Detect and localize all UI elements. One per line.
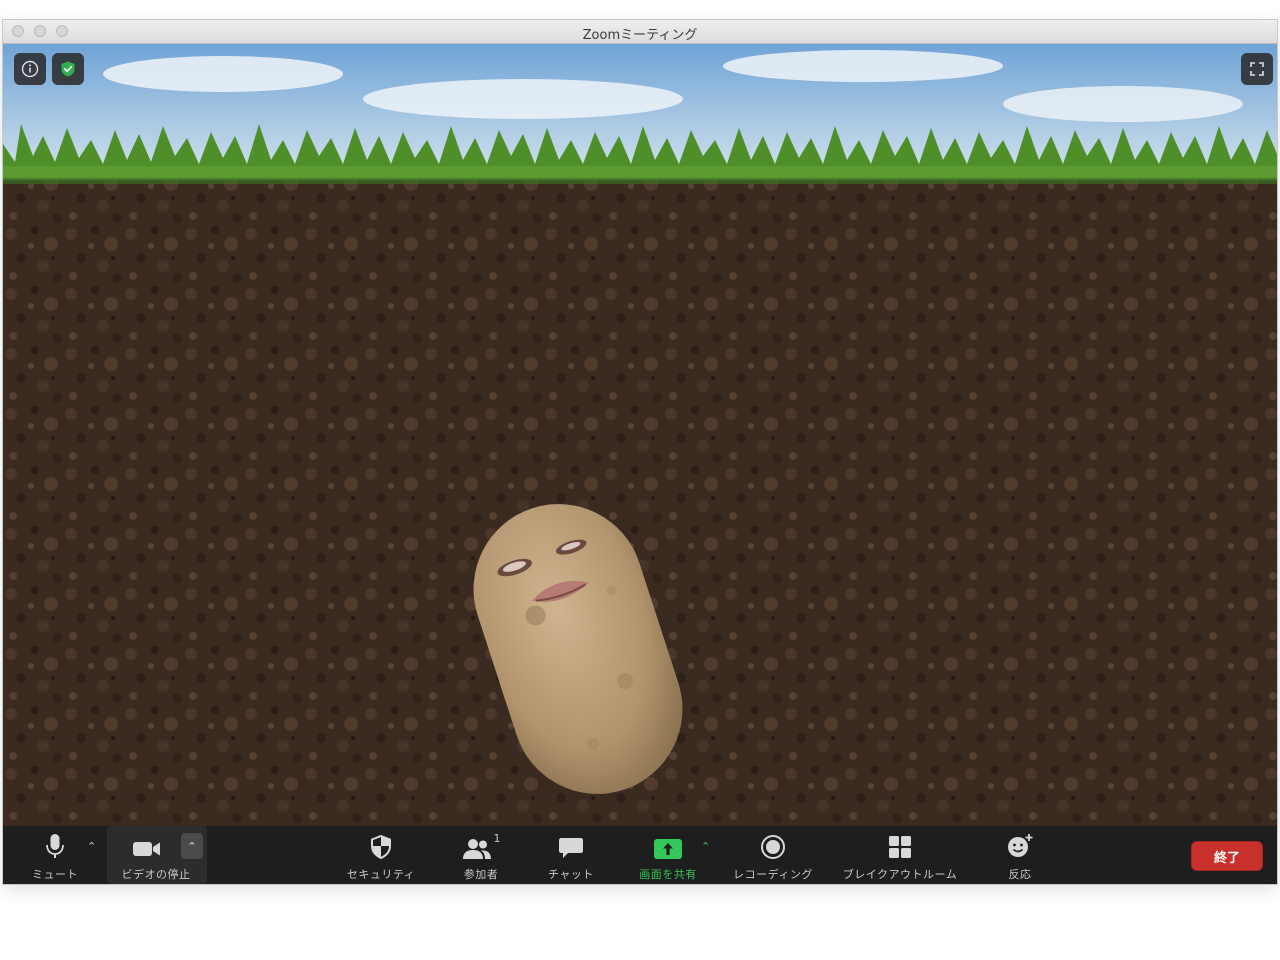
breakout-rooms-button[interactable]: ブレイクアウトルーム (835, 826, 965, 884)
record-button[interactable]: レコーディング (727, 826, 819, 884)
virtual-background (3, 44, 1277, 826)
participant-count: 1 (493, 832, 501, 845)
shield-icon (371, 834, 391, 860)
window-title: Zoomミーティング (582, 28, 698, 43)
share-options-caret[interactable]: ⌃ (701, 840, 710, 853)
emoji-plus-icon (1008, 834, 1033, 857)
security-button[interactable]: セキュリティ (341, 826, 421, 884)
shield-check-icon (61, 61, 75, 77)
share-screen-icon (654, 839, 682, 859)
video-options-caret[interactable]: ⌃ (181, 833, 203, 859)
info-icon (21, 60, 39, 78)
record-label: レコーディング (733, 868, 813, 881)
end-meeting-button[interactable]: 終了 (1191, 841, 1263, 871)
title-bar: Zoomミーティング (3, 20, 1277, 44)
share-label: 画面を共有 (639, 868, 697, 881)
microphone-icon (46, 834, 64, 858)
video-label: ビデオの停止 (121, 868, 191, 881)
reactions-label: 反応 (1008, 868, 1032, 881)
video-camera-icon (133, 842, 160, 856)
chat-bubble-icon (559, 838, 583, 858)
zoom-window: Zoomミーティング ミュート ⌃ ビデオの停止 ⌃ セキュリティ 1 参加者 … (3, 20, 1277, 884)
grid-icon (889, 836, 911, 858)
security-label: セキュリティ (346, 868, 416, 881)
reactions-button[interactable]: 反応 (995, 826, 1045, 884)
mute-button[interactable]: ミュート (25, 826, 85, 884)
fullscreen-icon (1250, 62, 1264, 76)
encryption-badge-button[interactable] (52, 53, 84, 85)
people-icon (462, 839, 491, 859)
mute-label: ミュート (32, 868, 78, 881)
breakout-label: ブレイクアウトルーム (842, 868, 958, 881)
meeting-toolbar: ミュート ⌃ ビデオの停止 ⌃ セキュリティ 1 参加者 チャット 画面を共有 … (3, 826, 1277, 884)
participants-label: 参加者 (463, 868, 499, 881)
participants-button[interactable]: 1 参加者 (453, 826, 509, 884)
record-icon (761, 835, 785, 859)
fullscreen-button[interactable] (1241, 53, 1273, 85)
chevron-up-icon: ⌃ (187, 839, 197, 853)
video-feed (3, 44, 1277, 826)
audio-options-caret[interactable]: ⌃ (87, 840, 96, 853)
share-screen-button[interactable]: 画面を共有 (633, 826, 703, 884)
chat-button[interactable]: チャット (541, 826, 601, 884)
chat-label: チャット (548, 868, 594, 881)
meeting-info-button[interactable] (14, 53, 46, 85)
